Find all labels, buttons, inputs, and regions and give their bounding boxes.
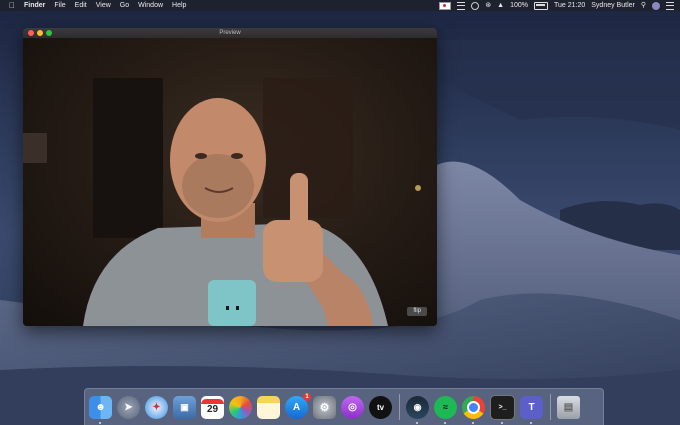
launchpad-icon[interactable]: ➤ — [117, 395, 140, 419]
user-name[interactable]: Sydney Butler — [591, 0, 635, 11]
apple-tv-label: tv — [376, 402, 385, 412]
zoom-button[interactable] — [46, 30, 52, 36]
status-area: ⊛ ▲ 100% Tue 21:20 Sydney Butler ⚲ — [433, 0, 674, 11]
spotlight-search-icon[interactable]: ⚲ — [641, 0, 646, 11]
teams-icon[interactable]: T — [520, 395, 543, 424]
app-store-icon[interactable]: A 1 — [285, 392, 311, 419]
menu-edit[interactable]: Edit — [75, 0, 87, 11]
photos-icon[interactable] — [229, 395, 252, 419]
siri-icon[interactable] — [652, 1, 660, 10]
camera-image — [23, 78, 421, 326]
apple-icon[interactable]:  — [6, 0, 18, 11]
apple-tv-icon[interactable]: tv — [369, 395, 392, 419]
calendar-icon[interactable]: 29 — [201, 395, 224, 419]
bluetooth-icon[interactable]: ⊛ — [485, 0, 491, 11]
menu-help[interactable]: Help — [172, 0, 186, 11]
menu-finder[interactable]: Finder — [24, 0, 45, 11]
wifi-icon[interactable]: ▲ — [497, 0, 504, 11]
menu-window[interactable]: Window — [138, 0, 163, 11]
menu-bar:  Finder File Edit View Go Window Help ⊛… — [0, 0, 680, 11]
app-store-badge: 1 — [303, 392, 311, 401]
menu-view[interactable]: View — [96, 0, 111, 11]
battery-percent[interactable]: 100% — [510, 0, 528, 11]
window-title: Preview — [219, 30, 241, 36]
running-indicator — [530, 421, 532, 424]
battery-icon[interactable] — [534, 1, 548, 10]
clock[interactable]: Tue 21:20 — [554, 0, 585, 11]
close-button[interactable] — [28, 30, 34, 36]
time-machine-icon[interactable] — [471, 1, 480, 10]
dock: ☻ ➤ ✦ ▣ 29 A 1 ⚙ ◎ tv ◉ ≈ >_ T ▤ — [84, 388, 604, 425]
running-indicator — [416, 421, 418, 424]
safari-icon[interactable]: ✦ — [145, 395, 168, 419]
input-source-flag-icon[interactable] — [439, 1, 452, 10]
podcasts-icon[interactable]: ◎ — [341, 395, 364, 419]
window-titlebar[interactable]: Preview — [23, 28, 437, 38]
running-indicator — [501, 421, 503, 424]
menu-go[interactable]: Go — [120, 0, 129, 11]
running-indicator — [472, 421, 474, 424]
minimize-button[interactable] — [37, 30, 43, 36]
flip-button[interactable]: flip — [407, 307, 427, 316]
running-indicator — [444, 421, 446, 424]
finder-icon[interactable]: ☻ — [89, 395, 112, 424]
dock-separator — [399, 394, 400, 420]
notes-icon[interactable] — [257, 395, 280, 419]
spotify-icon[interactable]: ≈ — [434, 395, 457, 424]
dock-separator — [550, 394, 551, 420]
steam-icon[interactable]: ◉ — [406, 395, 429, 424]
calendar-day: 29 — [206, 404, 219, 415]
menu-extra-icon[interactable] — [457, 1, 466, 10]
terminal-icon[interactable]: >_ — [490, 394, 515, 424]
camera-preview: flip — [23, 38, 437, 326]
menu-file[interactable]: File — [54, 0, 65, 11]
preview-window: Preview flip — [23, 28, 437, 326]
notification-center-icon[interactable] — [666, 1, 674, 10]
chrome-icon[interactable] — [462, 395, 485, 424]
running-indicator — [99, 421, 101, 424]
system-preferences-icon[interactable]: ⚙ — [313, 395, 336, 419]
trash-icon[interactable]: ▤ — [557, 395, 580, 419]
preview-icon[interactable]: ▣ — [173, 395, 196, 419]
